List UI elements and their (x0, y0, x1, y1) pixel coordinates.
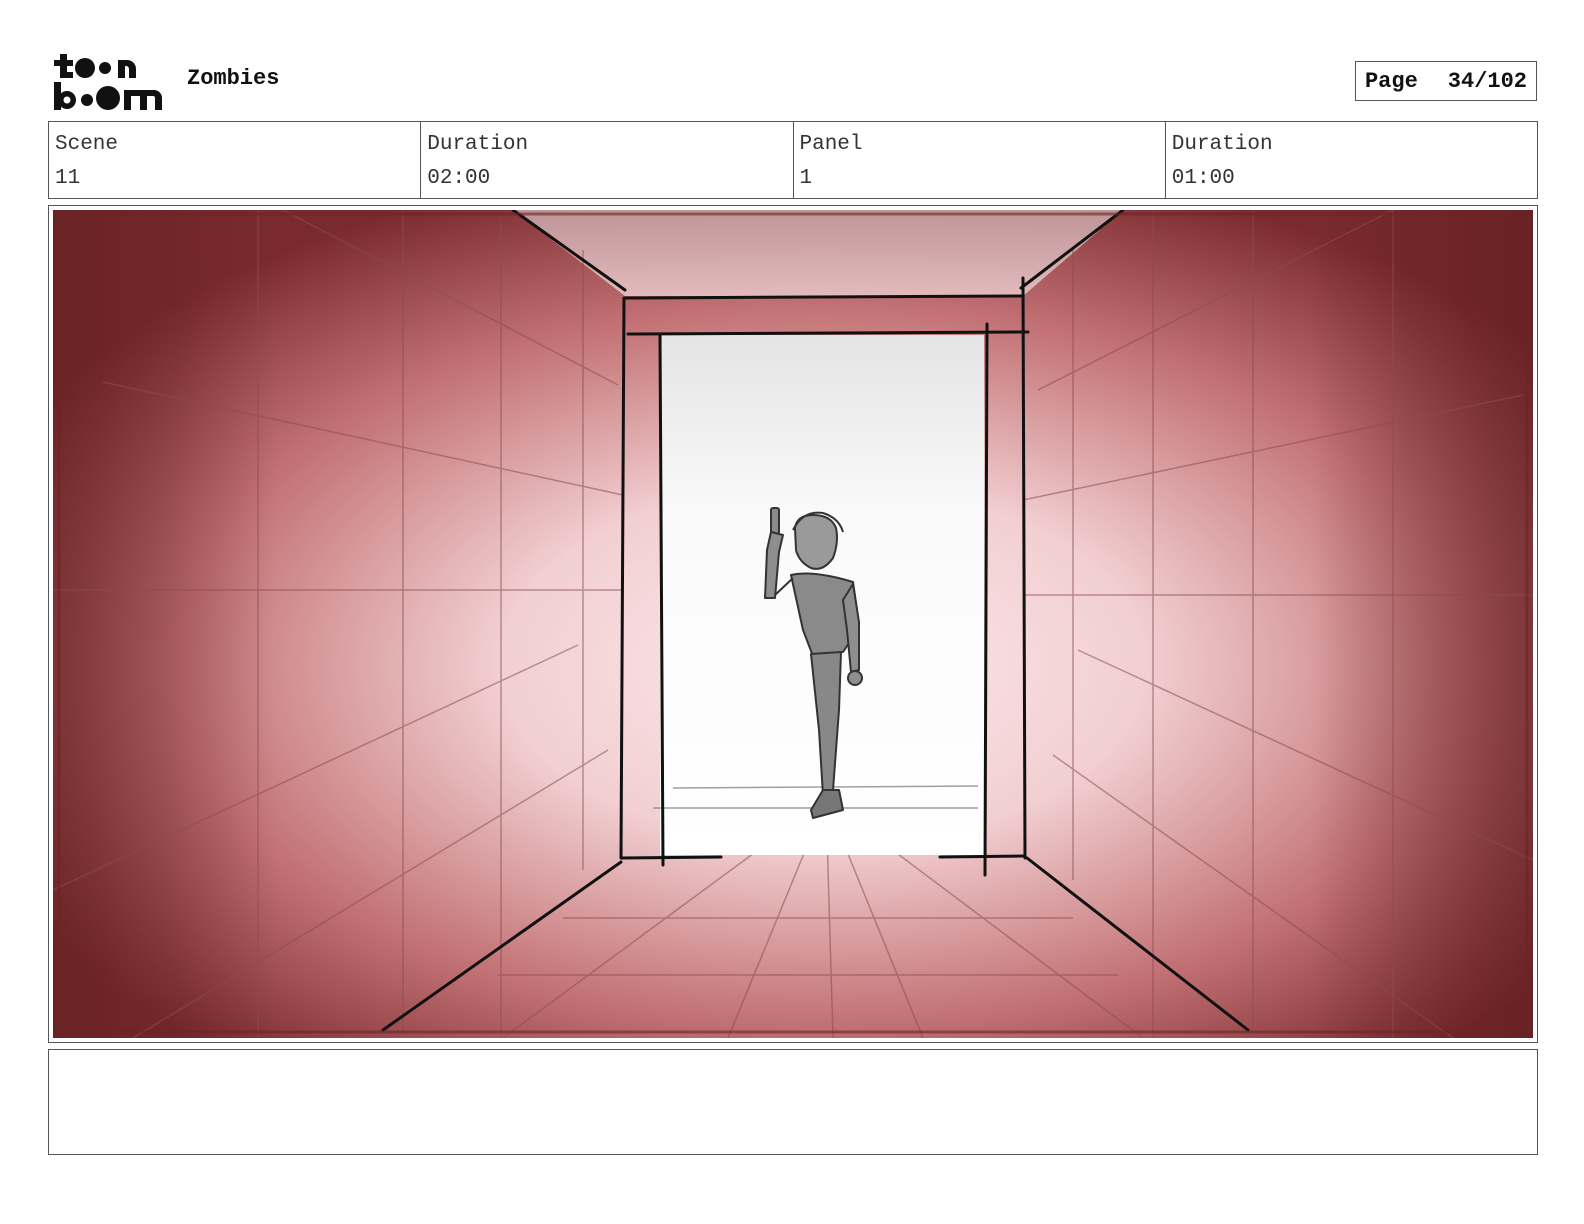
scene-value: 11 (55, 167, 81, 190)
scene-label: Scene (55, 133, 119, 156)
panel-frame (48, 205, 1538, 1043)
panel-duration-label: Duration (1171, 133, 1273, 156)
panel-duration-value: 01:00 (1171, 167, 1235, 190)
storyboard-panel-image (53, 210, 1533, 1038)
scene-cell: Scene 11 (49, 122, 422, 198)
page-label: Page (1364, 68, 1418, 94)
scene-duration-cell: Duration 02:00 (421, 122, 794, 198)
page-indicator: Page 34/102 (1355, 61, 1537, 101)
scene-duration-label: Duration (427, 133, 529, 156)
scene-info-table: Scene 11 Duration 02:00 Panel 1 Duration… (48, 121, 1538, 199)
project-title: Zombies (187, 66, 280, 91)
panel-duration-cell: Duration 01:00 (1166, 122, 1537, 198)
page-number: 34/102 (1447, 68, 1528, 94)
panel-label: Panel (799, 133, 863, 156)
panel-notes-box (48, 1049, 1538, 1155)
toon-boom-logo (54, 54, 162, 110)
panel-value: 1 (799, 167, 813, 190)
scene-duration-value: 02:00 (427, 167, 491, 190)
panel-cell: Panel 1 (794, 122, 1166, 198)
